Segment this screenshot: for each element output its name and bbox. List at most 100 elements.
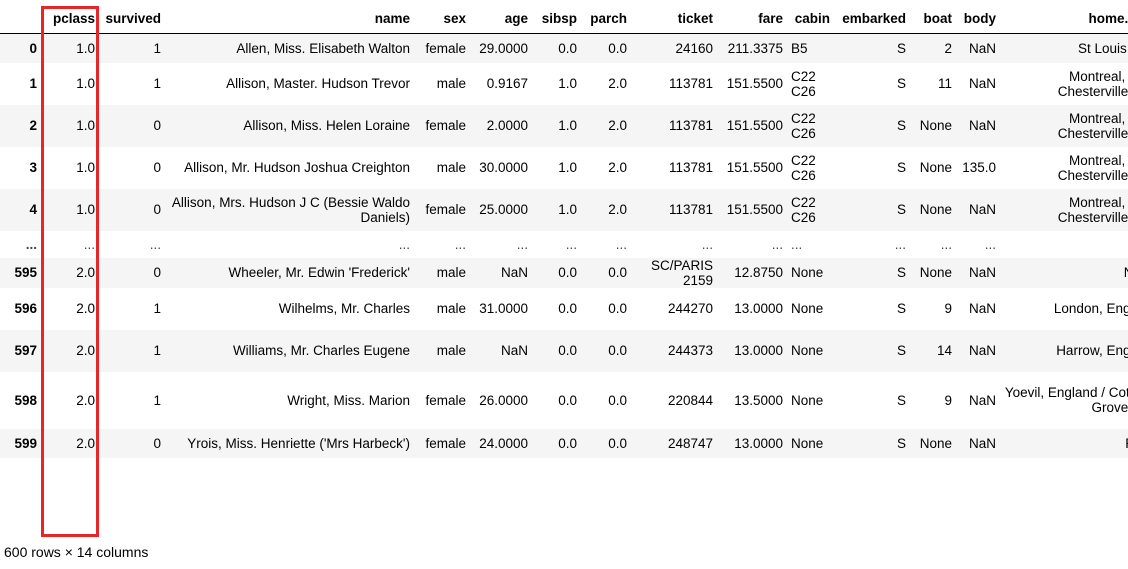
cell-pclass: 1.0 bbox=[76, 202, 95, 217]
cell-parch: 0.0 bbox=[608, 435, 627, 451]
cell-boat: ... bbox=[940, 236, 952, 252]
cell-cabin: C22 C26 bbox=[791, 110, 816, 141]
cell-survived: 1 bbox=[153, 40, 161, 56]
cell-age: ... bbox=[516, 236, 528, 252]
row-index: ... bbox=[25, 236, 37, 252]
cell-sex: female bbox=[425, 118, 466, 133]
row-index: 599 bbox=[14, 435, 37, 451]
cell-body: ... bbox=[984, 236, 996, 252]
cell-name: Allison, Miss. Helen Loraine bbox=[243, 118, 410, 133]
cell-name: ... bbox=[398, 236, 410, 252]
row-index: 596 bbox=[14, 301, 37, 316]
cell-embarked: S bbox=[896, 301, 906, 316]
cell-boat: None bbox=[919, 265, 952, 280]
table-row: 596 2.0 1 Wilhelms, Mr. Charles male 31.0000 0… bbox=[0, 287, 1128, 330]
cell-boat: 9 bbox=[944, 392, 952, 408]
cell-pclass: 1.0 bbox=[76, 118, 95, 133]
cell-name: Allison, Mr. Hudson Joshua Creighton bbox=[184, 160, 410, 175]
column-header-body: body bbox=[956, 4, 1000, 34]
cell-parch: 0.0 bbox=[608, 392, 627, 408]
cell-survived: 1 bbox=[153, 76, 161, 91]
cell-embarked: S bbox=[896, 343, 906, 358]
cell-cabin: C22 C26 bbox=[791, 194, 816, 225]
cell-fare: 12.8750 bbox=[734, 265, 783, 280]
dataframe-shape-label: 600 rows × 14 columns bbox=[4, 544, 149, 560]
cell-age: 2.0000 bbox=[486, 118, 528, 133]
cell-cabin: None bbox=[791, 392, 824, 408]
cell-name: Yrois, Miss. Henriette ('Mrs Harbeck') bbox=[187, 435, 410, 451]
cell-fare: 151.5500 bbox=[726, 202, 783, 217]
column-header-name: name bbox=[165, 4, 414, 34]
cell-pclass: 2.0 bbox=[76, 392, 95, 408]
cell-fare: 13.0000 bbox=[734, 301, 783, 316]
cell-embarked: ... bbox=[894, 236, 906, 252]
cell-body: 135.0 bbox=[962, 160, 996, 175]
row-index: 598 bbox=[14, 392, 37, 408]
cell-sex: male bbox=[436, 76, 466, 91]
dataframe-table: pclass survived name sex age sibsp parch… bbox=[0, 4, 1128, 458]
cell-embarked: S bbox=[896, 40, 906, 56]
cell-sibsp: 0.0 bbox=[558, 343, 577, 358]
cell-survived: 0 bbox=[153, 265, 161, 280]
cell-ticket: 220844 bbox=[667, 392, 713, 408]
cell-sibsp: 1.0 bbox=[558, 118, 577, 133]
cell-cabin: None bbox=[791, 265, 824, 280]
cell-sibsp: 0.0 bbox=[558, 265, 577, 280]
table-body: 0 1.0 1 Allen, Miss. Elisabeth Walton female… bbox=[0, 33, 1128, 458]
cell-embarked: S bbox=[896, 392, 906, 408]
cell-home-dest: St Louis, MO bbox=[1077, 40, 1128, 56]
cell-embarked: S bbox=[896, 76, 906, 91]
cell-survived: 0 bbox=[153, 435, 161, 451]
cell-sex: female bbox=[425, 435, 466, 451]
cell-cabin: None bbox=[791, 343, 824, 358]
cell-sibsp: ... bbox=[565, 236, 577, 252]
cell-body: NaN bbox=[968, 40, 996, 56]
column-header-pclass: pclass bbox=[41, 4, 99, 34]
cell-ticket: 113781 bbox=[668, 118, 713, 133]
cell-ticket: 113781 bbox=[668, 160, 713, 175]
cell-age: 30.0000 bbox=[479, 160, 528, 175]
cell-cabin: ... bbox=[791, 236, 803, 252]
cell-body: NaN bbox=[968, 343, 996, 358]
cell-sibsp: 1.0 bbox=[558, 76, 577, 91]
cell-home-dest: London, England bbox=[1053, 301, 1128, 316]
column-header-age: age bbox=[470, 4, 532, 34]
cell-embarked: S bbox=[896, 265, 906, 280]
column-header-sibsp: sibsp bbox=[532, 4, 581, 34]
cell-name: Allen, Miss. Elisabeth Walton bbox=[236, 40, 410, 56]
cell-boat: 2 bbox=[944, 40, 952, 56]
cell-fare: 13.0000 bbox=[734, 435, 783, 451]
cell-pclass: ... bbox=[83, 236, 95, 252]
cell-home-dest: Montreal, PQ / Chesterville, ON bbox=[1057, 68, 1128, 99]
cell-embarked: S bbox=[896, 118, 906, 133]
cell-survived: 0 bbox=[153, 202, 161, 217]
cell-name: Wilhelms, Mr. Charles bbox=[278, 301, 410, 316]
cell-ticket: 113781 bbox=[668, 202, 713, 217]
cell-sex: female bbox=[425, 392, 466, 408]
cell-body: NaN bbox=[968, 392, 996, 408]
table-row: 595 2.0 0 Wheeler, Mr. Edwin 'Frederick' mal… bbox=[0, 257, 1128, 288]
column-header-boat: boat bbox=[910, 4, 956, 34]
cell-sibsp: 0.0 bbox=[558, 392, 577, 408]
cell-ticket: SC/PARIS 2159 bbox=[650, 257, 713, 288]
cell-parch: 0.0 bbox=[608, 40, 627, 56]
cell-sibsp: 0.0 bbox=[558, 435, 577, 451]
cell-home-dest: Montreal, PQ / Chesterville, ON bbox=[1057, 152, 1128, 183]
cell-parch: 2.0 bbox=[608, 160, 627, 175]
header-row: pclass survived name sex age sibsp parch… bbox=[0, 4, 1128, 34]
cell-ticket: 24160 bbox=[675, 40, 713, 56]
cell-sibsp: 0.0 bbox=[558, 40, 577, 56]
cell-sex: male bbox=[436, 160, 466, 175]
cell-fare: 151.5500 bbox=[726, 160, 783, 175]
cell-body: NaN bbox=[968, 265, 996, 280]
cell-cabin: C22 C26 bbox=[791, 68, 816, 99]
cell-fare: 151.5500 bbox=[726, 118, 783, 133]
cell-ticket: ... bbox=[701, 236, 713, 252]
cell-body: NaN bbox=[968, 301, 996, 316]
row-index: 595 bbox=[14, 265, 37, 280]
cell-body: NaN bbox=[968, 202, 996, 217]
cell-sibsp: 1.0 bbox=[558, 160, 577, 175]
cell-pclass: 1.0 bbox=[76, 40, 95, 56]
cell-sex: female bbox=[425, 202, 466, 217]
column-header-embarked: embarked bbox=[834, 4, 910, 34]
